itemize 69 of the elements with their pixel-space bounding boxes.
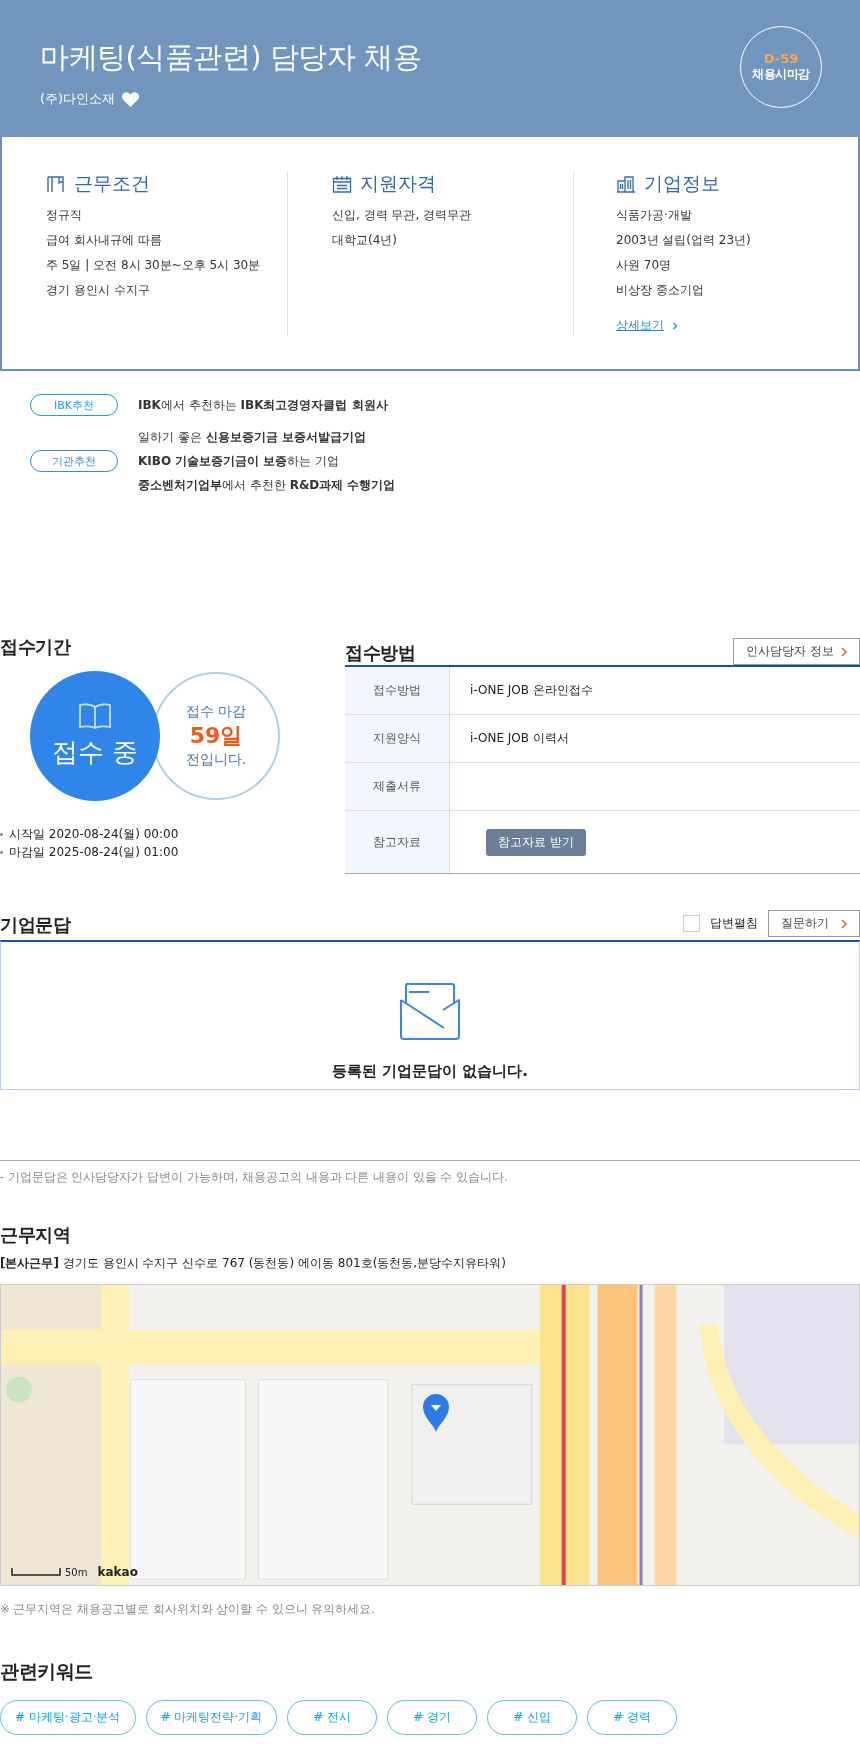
bullet-icon	[0, 832, 3, 836]
keyword-tag[interactable]: # 경력	[587, 1700, 678, 1735]
info-text: 급여 회사내규에 따름	[46, 232, 163, 249]
table-header-cell: 참고자료	[345, 811, 450, 873]
recommendation-text: IBK에서 추천하는 IBK최고경영자클럽 회원사	[138, 397, 388, 414]
section-title: 기업문답	[0, 913, 70, 937]
section-title: 근무지역	[0, 1223, 71, 1247]
map-provider: kakao	[97, 1565, 138, 1579]
section-title: 지원자격	[360, 171, 436, 196]
info-text: 경기 용인시 수지구	[46, 282, 151, 299]
checkbox[interactable]	[683, 915, 700, 932]
keyword-tag[interactable]: # 마케팅전략·기획	[145, 1700, 278, 1735]
ask-button[interactable]: 질문하기	[768, 910, 860, 937]
keyword-tag[interactable]: # 전시	[287, 1700, 378, 1735]
detail-link[interactable]: 상세보기	[616, 317, 664, 334]
recommendation-text: KIBO 기술보증기금이 보증하는 기업	[138, 453, 341, 470]
chevron-icon	[841, 646, 847, 657]
info-text: 대학교(4년)	[332, 232, 398, 249]
table-cell: i-ONE JOB 온라인접수	[470, 682, 593, 699]
section-title: 관련키워드	[0, 1659, 94, 1684]
info-text: 신입, 경력 무관, 경력무관	[332, 207, 473, 224]
heart-icon[interactable]	[121, 90, 141, 108]
location-pin-icon	[422, 1393, 450, 1433]
empty-message: 등록된 기업문답이 없습니다.	[331, 1062, 529, 1081]
info-text: 주 5일 | 오전 8시 30분~오후 5시 30분	[46, 257, 262, 274]
address-text: [본사근무] 경기도 용인시 수지구 신수로 767 (동천동) 에이동 801호(동천동,분당수지유타워)	[0, 1255, 507, 1272]
contact-button[interactable]: 인사담당자 정보	[733, 638, 860, 665]
info-text: 정규직	[46, 207, 83, 224]
building-icon	[616, 175, 636, 193]
table-header-cell: 지원양식	[345, 715, 450, 762]
scale-bar-icon	[11, 1568, 61, 1576]
download-button[interactable]: 참고자료 받기	[486, 828, 586, 856]
scale-label: 50m	[65, 1566, 88, 1578]
deadline-text: 59일	[189, 722, 243, 750]
section-title: 기업정보	[644, 171, 720, 196]
status-text: 접수 중	[51, 735, 139, 769]
section-title: 접수기간	[0, 635, 72, 659]
job-title: 마케팅(식품관련) 담당자 채용	[40, 39, 422, 76]
table-header-cell: 제출서류	[345, 763, 450, 810]
info-text: 2003년 설립(업력 23년)	[616, 232, 752, 249]
calendar-icon	[332, 175, 352, 193]
keyword-tag[interactable]: # 신입	[487, 1700, 578, 1735]
company-name[interactable]: (주)다인소재	[40, 90, 116, 108]
section-title: 접수방법	[345, 641, 415, 665]
deadline-label: 채용시마감	[752, 66, 810, 83]
date-text: 마감일 2025-08-24(일) 01:00	[9, 844, 179, 861]
section-title: 근무조건	[74, 171, 150, 196]
table-header-cell: 접수방법	[345, 667, 450, 714]
chevron-icon	[841, 918, 847, 929]
notice-text: - 기업문답은 인사담당자가 답변이 가능하며, 채용공고의 내용과 다른 내용이 있을 수 있습니다.	[0, 1170, 509, 1185]
table-cell: i-ONE JOB 이력서	[470, 730, 569, 747]
recommendation-text: 중소벤처기업부에서 추천한 R&D과제 수행기업	[138, 477, 396, 494]
bullet-icon	[0, 850, 3, 854]
keyword-tag[interactable]: # 마케팅·광고·분석	[0, 1700, 136, 1735]
open-book-icon	[78, 702, 112, 729]
dday-count: D-59	[763, 51, 799, 66]
info-text: 식품가공·개발	[616, 207, 693, 224]
date-text: 시작일 2020-08-24(월) 00:00	[9, 826, 179, 843]
deadline-text: 접수 마감	[185, 703, 247, 721]
checkbox-label[interactable]: 답변펼침	[710, 915, 758, 932]
book-icon	[46, 175, 66, 193]
envelope-icon	[399, 980, 461, 1042]
notice-text: ※ 근무지역은 채용공고별로 회사위치와 상이할 수 있으니 유의하세요.	[0, 1602, 376, 1617]
info-text: 비상장 중소기업	[616, 282, 705, 299]
deadline-text: 전입니다.	[185, 751, 247, 769]
keyword-tag[interactable]: # 경기	[387, 1700, 478, 1735]
recommendation-text: 일하기 좋은 신용보증기금 보증서발급기업	[138, 429, 367, 446]
chevron-icon	[672, 321, 678, 330]
info-text: 사원 70명	[616, 257, 673, 274]
